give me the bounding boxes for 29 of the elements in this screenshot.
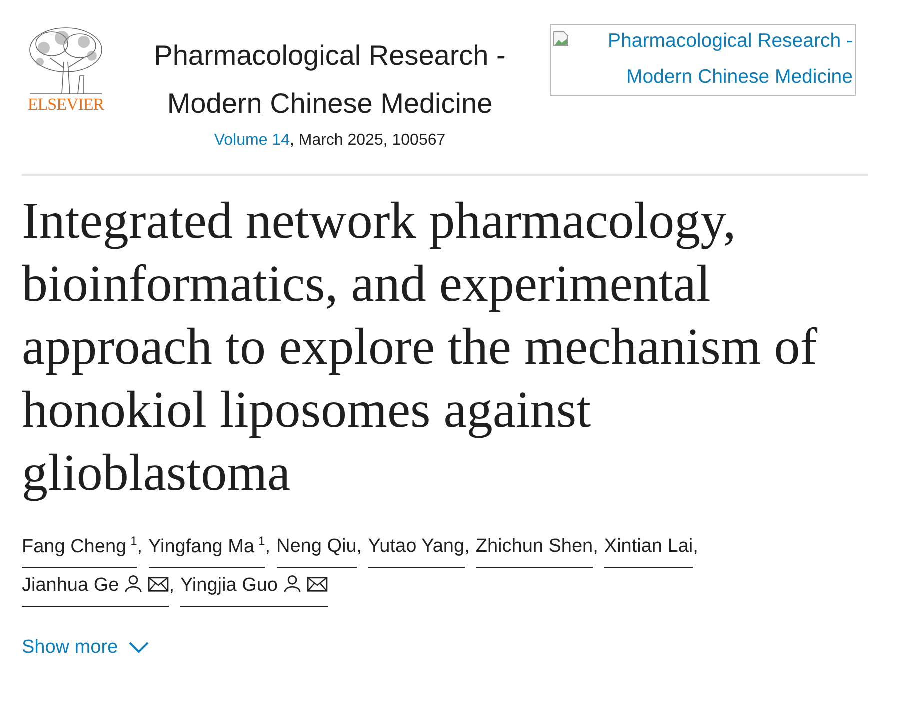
comma: , — [169, 574, 174, 598]
author-link[interactable]: Yingjia Guo — [180, 568, 328, 608]
chevron-icon — [128, 641, 150, 656]
comma: , — [356, 535, 362, 560]
comma: , — [593, 535, 598, 560]
author-link[interactable]: Fang Cheng $^{1}$ — [22, 523, 138, 568]
comma: , — [137, 535, 143, 560]
author-link[interactable]: Jianhua Ge — [22, 568, 170, 608]
volume-link[interactable]: Volume 14 — [214, 132, 290, 149]
author-link[interactable]: Yingfang Ma $^{1}$ — [148, 523, 266, 568]
author-link[interactable]: Neng Qiu — [276, 529, 357, 568]
journal-title: Modern Chinese Medicine — [167, 87, 493, 121]
publisher-name: ELSEVIER — [28, 96, 104, 114]
comma: , — [464, 535, 470, 560]
author-link[interactable]: Yutao Yang — [368, 529, 465, 568]
show-more-button[interactable]: Show more — [22, 637, 150, 660]
mail-icon — [148, 576, 170, 594]
author-link[interactable]: Zhichun Shen — [476, 529, 594, 568]
comma: , — [265, 535, 270, 560]
mail-icon — [307, 576, 328, 594]
article-title: Integrated network pharmacology, bioinformatics, and experimental approach to explore the mechanism of honokiol liposomes against glioblastoma — [22, 192, 819, 504]
cover-image-link[interactable]: Pharmacological Research - Modern Chinese Medicine — [550, 24, 856, 96]
comma: , — [693, 535, 698, 560]
person-icon — [283, 574, 302, 594]
journal-title: Pharmacological Research - — [154, 39, 506, 73]
broken-image-icon — [553, 31, 569, 47]
author-link[interactable]: Xintian Lai — [604, 529, 694, 568]
person-icon — [124, 574, 144, 594]
citation-text: , March 2025, 100567 — [290, 132, 446, 149]
